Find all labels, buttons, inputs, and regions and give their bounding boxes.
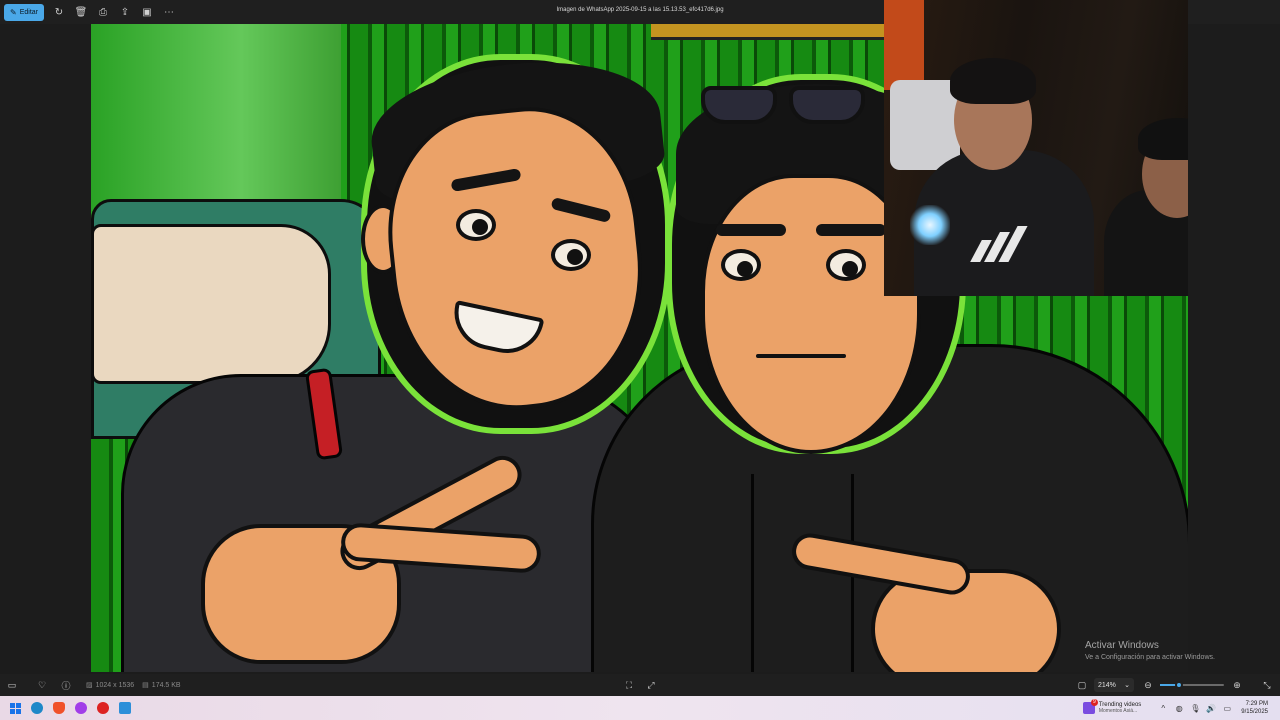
slideshow-icon[interactable]: ▣	[136, 2, 158, 22]
rotate-icon[interactable]: ↻	[48, 2, 70, 22]
character-right-eye	[826, 249, 866, 281]
webcam-background-object	[884, 0, 924, 90]
taskbar-clock[interactable]: 7:29 PM 9/15/2025	[1241, 700, 1268, 716]
zoom-level-value: 214%	[1098, 681, 1116, 689]
couch-cushion	[91, 224, 331, 384]
more-icon[interactable]: ⋯	[158, 2, 180, 22]
brave-browser-icon[interactable]	[48, 697, 70, 719]
edit-button[interactable]: ✎ Editar	[4, 3, 44, 21]
favorite-icon[interactable]: ♡	[30, 675, 54, 695]
image-dimensions: ▨ 1024 x 1536	[86, 681, 135, 690]
character-right-brow	[816, 224, 886, 236]
crop-view-icon[interactable]: ▢	[1070, 675, 1094, 695]
battery-icon[interactable]: ▭	[1219, 704, 1235, 713]
zoom-slider-thumb[interactable]	[1175, 681, 1184, 689]
activate-windows-watermark: Activar Windows Ve a Configuración para …	[1085, 640, 1215, 661]
actual-size-icon[interactable]: ⤢	[639, 675, 663, 695]
filmstrip-icon[interactable]: ▭	[0, 675, 24, 695]
zoom-level-dropdown[interactable]: 214% ⌄	[1094, 678, 1134, 692]
sunglasses	[701, 86, 871, 126]
trending-subtitle: Momentos Asiá...	[1098, 708, 1138, 714]
character-left-eye	[551, 239, 591, 271]
messenger-icon[interactable]	[70, 697, 92, 719]
file-size: ▤ 174.5 KB	[142, 681, 181, 690]
clock-time: 7:29 PM	[1245, 701, 1268, 707]
trending-widget-icon: 9	[1082, 699, 1098, 714]
game-app-icon[interactable]	[92, 697, 114, 719]
hoodie-string	[751, 474, 754, 672]
edit-button-label: Editar	[19, 8, 38, 16]
chevron-down-icon: ⌄	[1124, 682, 1130, 689]
zoom-out-icon[interactable]: ⊖	[1136, 675, 1160, 695]
print-icon[interactable]: ⎙	[92, 2, 114, 22]
windows-taskbar: 9 Trending videos Momentos Asiá... ^ ◍ 🎙…	[0, 696, 1280, 720]
watermark-title: Activar Windows	[1085, 640, 1159, 651]
character-left-eye	[456, 209, 496, 241]
watermark-subtitle: Ve a Configuración para activar Windows.	[1085, 654, 1215, 661]
system-tray: 9 Trending videos Momentos Asiá... ^ ◍ 🎙…	[1082, 696, 1280, 720]
fullscreen-icon[interactable]: ⤡	[1255, 675, 1279, 695]
microphone-icon[interactable]: 🎙	[1187, 704, 1203, 713]
webcam-background-cloth	[890, 80, 960, 170]
edit-icon: ✎	[10, 7, 17, 17]
character-right-mouth	[756, 354, 846, 358]
notification-badge: 9	[1090, 699, 1098, 706]
trending-widget[interactable]: 9 Trending videos Momentos Asiá...	[1082, 699, 1141, 714]
photo-viewer-window: ✎ Editar ↻ 🗑 ⎙ ⇪ ▣ ⋯ Imagen de WhatsApp …	[0, 0, 1280, 720]
network-icon[interactable]: ◍	[1171, 704, 1187, 713]
clock-date: 9/15/2025	[1241, 709, 1268, 715]
info-icon[interactable]: ⓘ	[54, 675, 78, 695]
share-icon[interactable]: ⇪	[114, 2, 136, 22]
webcam-person-left-hair	[950, 58, 1036, 104]
photos-app-icon[interactable]	[114, 697, 136, 719]
background-gold-bar	[651, 24, 891, 40]
webcam-overlay	[884, 0, 1188, 296]
chevron-up-icon[interactable]: ^	[1155, 704, 1171, 713]
edge-browser-icon[interactable]	[26, 697, 48, 719]
volume-icon[interactable]: 🔊	[1203, 704, 1219, 713]
character-right-brow	[716, 224, 786, 236]
fit-to-window-icon[interactable]: ⛶	[617, 675, 641, 695]
start-icon[interactable]	[4, 697, 26, 719]
dimensions-icon: ▨	[86, 682, 93, 689]
webcam-light-glow	[910, 205, 950, 245]
zoom-slider[interactable]	[1160, 681, 1224, 689]
zoom-in-icon[interactable]: ⊕	[1225, 675, 1249, 695]
status-bar: ▭ ♡ ⓘ ▨ 1024 x 1536 ▤ 174.5 KB ⛶ ⤢ ▢ 214…	[0, 674, 1280, 696]
delete-icon[interactable]: 🗑	[70, 2, 92, 22]
character-right-eye	[721, 249, 761, 281]
file-size-icon: ▤	[142, 682, 149, 689]
